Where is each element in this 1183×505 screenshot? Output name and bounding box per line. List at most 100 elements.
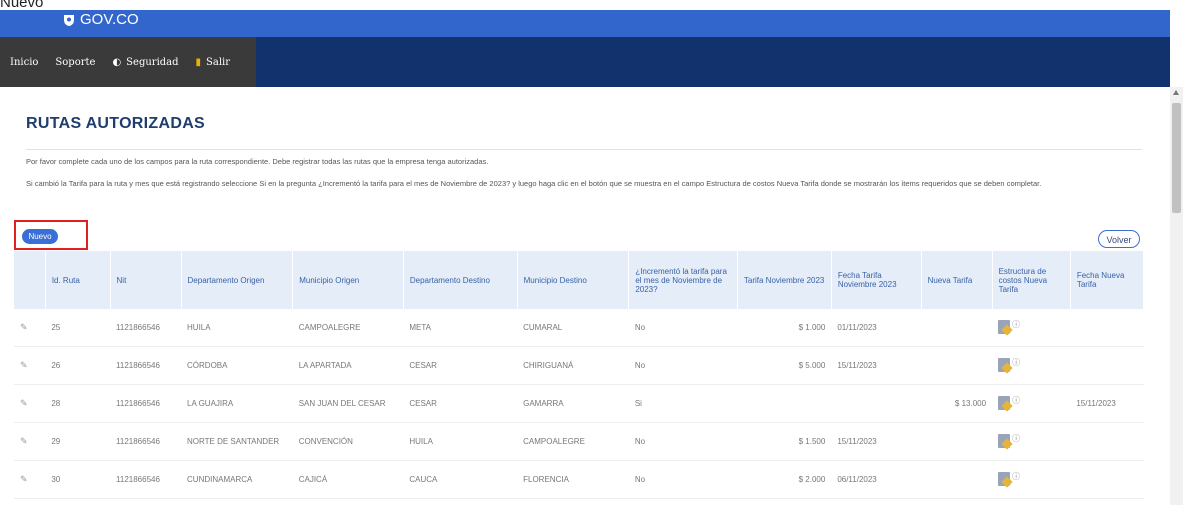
col-mun-origen[interactable]: Municipio Origen	[292, 251, 404, 309]
divider	[26, 149, 1142, 150]
cell-id: 28	[45, 384, 111, 423]
back-button[interactable]: Volver	[1098, 230, 1140, 248]
document-edit-icon	[998, 357, 1011, 372]
cell-tarifa: $ 2.000	[737, 460, 832, 499]
nav-inicio-label: Inicio	[10, 56, 39, 68]
cell-estructura: ⓘ	[992, 384, 1071, 423]
cell-fecha-nueva	[1070, 309, 1144, 347]
cell-fecha-nueva	[1070, 422, 1144, 461]
cell-id: 30	[45, 460, 111, 499]
cell-incremento: No	[628, 460, 738, 499]
cell-tarifa: $ 1.000	[737, 309, 832, 347]
cell-nueva-tarifa	[921, 422, 993, 461]
cost-structure-button[interactable]: ⓘ	[998, 395, 1021, 410]
col-id-ruta[interactable]: Id. Ruta	[45, 251, 111, 309]
scroll-up-arrow-icon[interactable]	[1173, 90, 1179, 95]
cell-incremento: No	[628, 309, 738, 347]
pencil-icon[interactable]: ✎	[20, 474, 28, 484]
cost-structure-button[interactable]: ⓘ	[998, 357, 1021, 372]
routes-table: Id. Ruta Nit Departamento Origen Municip…	[14, 251, 1145, 499]
cell-dep-destino: CESAR	[403, 384, 518, 423]
cell-id: 26	[45, 346, 111, 385]
edit-cell: ✎	[14, 309, 46, 347]
cell-dep-origen: CUNDINAMARCA	[181, 460, 293, 499]
info-icon: ⓘ	[1012, 357, 1021, 367]
cell-fecha-tarifa: 06/11/2023	[831, 460, 922, 499]
document-edit-icon	[998, 319, 1011, 334]
col-incremento[interactable]: ¿Incrementó la tarifa para el mes de Nov…	[628, 251, 738, 309]
col-fecha-tarifa[interactable]: Fecha Tarifa Noviembre 2023	[831, 251, 922, 309]
cell-dep-origen: HUILA	[181, 309, 293, 347]
lock-icon: ▮	[195, 56, 202, 68]
col-edit	[14, 251, 46, 309]
document-edit-icon	[998, 471, 1011, 486]
cell-mun-destino: CAMPOALEGRE	[517, 422, 629, 461]
cell-nueva-tarifa	[921, 346, 993, 385]
pencil-icon[interactable]: ✎	[20, 360, 28, 370]
cell-estructura: ⓘ	[992, 422, 1071, 461]
edit-cell: ✎	[14, 346, 46, 385]
cell-nit: 1121866546	[110, 309, 182, 347]
info-icon: ⓘ	[1012, 395, 1021, 405]
col-mun-destino[interactable]: Municipio Destino	[517, 251, 630, 309]
cell-nueva-tarifa	[921, 460, 993, 499]
info-icon: ⓘ	[1012, 433, 1021, 443]
intro-text-1: Por favor complete cada uno de los campo…	[26, 157, 489, 166]
vertical-scrollbar[interactable]	[1170, 87, 1183, 505]
cell-nit: 1121866546	[110, 384, 182, 423]
gov-logo[interactable]: GOV.CO	[62, 11, 139, 28]
gov-brand: GOV.CO	[80, 11, 139, 28]
cell-mun-origen: CONVENCIÓN	[292, 422, 404, 461]
main-menu: Inicio Soporte ◐ Seguridad ▮ Salir	[0, 37, 256, 87]
cell-nit: 1121866546	[110, 422, 182, 461]
edit-cell: ✎	[14, 422, 46, 461]
table-row: ✎ 26 1121866546 CÓRDOBA LA APARTADA CESA…	[14, 346, 1144, 385]
table-row: ✎ 28 1121866546 LA GUAJIRA SAN JUAN DEL …	[14, 384, 1144, 423]
cell-nit: 1121866546	[110, 460, 182, 499]
pencil-icon[interactable]: ✎	[20, 398, 28, 408]
cell-estructura: ⓘ	[992, 309, 1071, 347]
cell-estructura: ⓘ	[992, 346, 1071, 385]
cell-mun-destino: FLORENCIA	[517, 460, 629, 499]
cost-structure-button[interactable]: ⓘ	[998, 433, 1021, 448]
col-nueva-tarifa[interactable]: Nueva Tarifa	[921, 251, 993, 309]
cell-dep-origen: CÓRDOBA	[181, 346, 293, 385]
gov-shield-icon	[64, 14, 74, 26]
cell-fecha-tarifa: 15/11/2023	[831, 422, 922, 461]
col-dep-destino[interactable]: Departamento Destino	[403, 251, 518, 309]
main-content: RUTAS AUTORIZADAS Por favor complete cad…	[0, 87, 1170, 505]
cost-structure-button[interactable]: ⓘ	[998, 471, 1021, 486]
col-fecha-nueva[interactable]: Fecha Nueva Tarifa	[1070, 251, 1145, 309]
cell-incremento: No	[628, 422, 738, 461]
cell-dep-origen: NORTE DE SANTANDER	[181, 422, 293, 461]
scrollbar-thumb[interactable]	[1172, 103, 1181, 213]
cell-fecha-nueva	[1070, 346, 1144, 385]
col-nit[interactable]: Nit	[110, 251, 182, 309]
pencil-icon[interactable]: ✎	[20, 322, 28, 332]
cell-dep-destino: META	[403, 309, 518, 347]
page-title: RUTAS AUTORIZADAS	[26, 115, 206, 132]
cell-fecha-tarifa: 01/11/2023	[831, 309, 922, 347]
nav-seguridad[interactable]: ◐ Seguridad	[102, 57, 185, 68]
document-edit-icon	[998, 433, 1011, 448]
cell-dep-destino: CAUCA	[403, 460, 518, 499]
cell-nit: 1121866546	[110, 346, 182, 385]
cost-structure-button[interactable]: ⓘ	[998, 319, 1021, 334]
cell-tarifa	[737, 384, 832, 423]
col-estructura[interactable]: Estructura de costos Nueva Tarifa	[992, 251, 1071, 309]
cell-fecha-nueva	[1070, 460, 1144, 499]
info-icon: ⓘ	[1012, 319, 1021, 329]
info-icon: ⓘ	[1012, 471, 1021, 481]
pencil-icon[interactable]: ✎	[20, 436, 28, 446]
cell-incremento: Si	[628, 384, 738, 423]
nav-salir[interactable]: ▮ Salir	[186, 57, 238, 68]
nav-inicio[interactable]: Inicio	[0, 57, 45, 68]
cell-fecha-tarifa	[831, 384, 922, 423]
col-tarifa[interactable]: Tarifa Noviembre 2023	[737, 251, 832, 309]
table-row: ✎ 30 1121866546 CUNDINAMARCA CAJICÁ CAUC…	[14, 460, 1144, 499]
nav-soporte[interactable]: Soporte	[45, 57, 102, 68]
cell-id: 25	[45, 309, 111, 347]
new-button[interactable]: Nuevo	[22, 229, 58, 244]
cell-fecha-tarifa: 15/11/2023	[831, 346, 922, 385]
col-dep-origen[interactable]: Departamento Origen	[181, 251, 294, 309]
